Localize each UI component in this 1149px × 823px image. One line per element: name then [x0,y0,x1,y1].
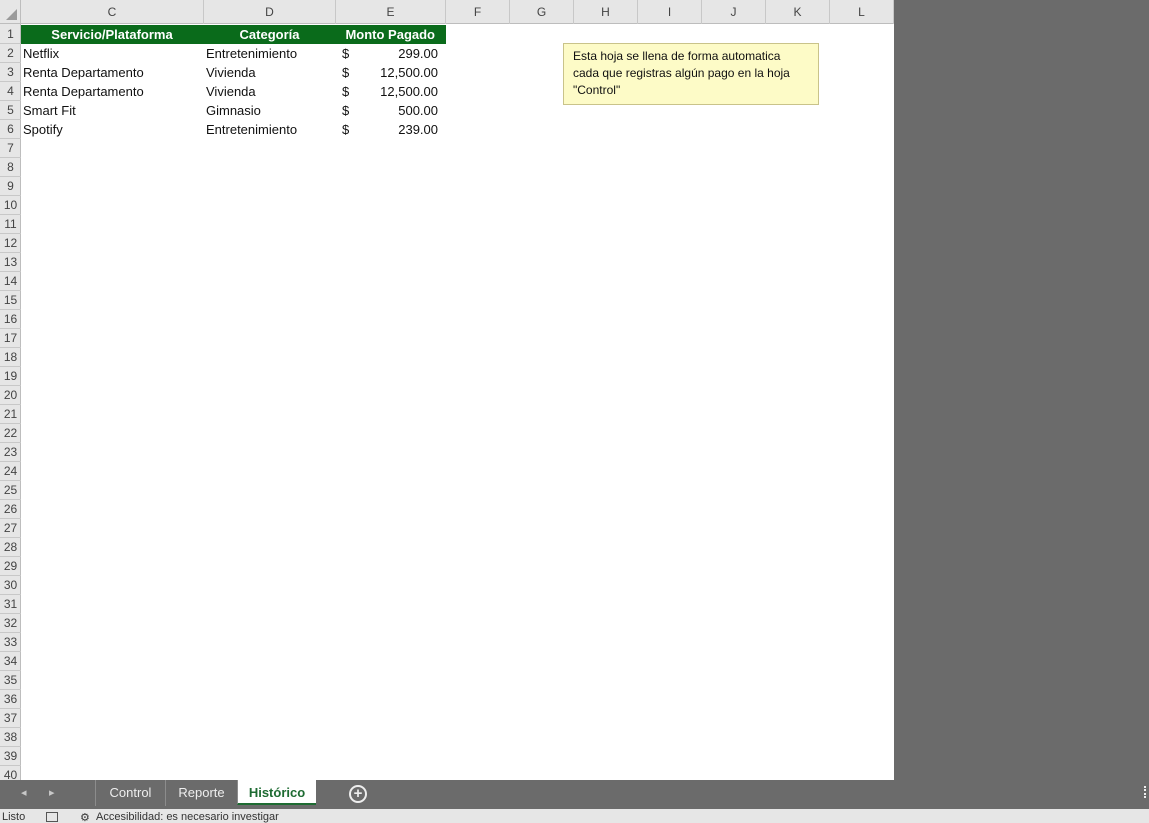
row-header[interactable]: 2 [0,44,21,63]
status-accessibility-icon[interactable]: ⚙ [80,811,90,823]
column-header[interactable]: H [574,0,638,24]
cell-category[interactable]: Entretenimiento [206,120,334,139]
row-header[interactable]: 32 [0,614,21,633]
column-header[interactable]: K [766,0,830,24]
tab-control[interactable]: Control [95,780,165,806]
row-headers: 1 2 3 4 5 6 7 8 9 10 11 12 13 14 15 16 17 18 19 20 21 22 23 24 2… [0,24,21,780]
status-ready: Listo [2,811,26,823]
row-header[interactable]: 15 [0,291,21,310]
cell-currency-symbol[interactable]: $ [342,82,362,101]
row-header[interactable]: 11 [0,215,21,234]
row-header[interactable]: 29 [0,557,21,576]
cell-category[interactable]: Vivienda [206,63,334,82]
row-header[interactable]: 13 [0,253,21,272]
cell-category[interactable]: Entretenimiento [206,44,334,63]
prev-sheet-icon[interactable]: ◂ [21,786,27,799]
row-header[interactable]: 4 [0,82,21,101]
next-sheet-icon[interactable]: ▸ [49,786,55,799]
row-header[interactable]: 12 [0,234,21,253]
row-header[interactable]: 35 [0,671,21,690]
column-header[interactable]: C [21,0,204,24]
row-header[interactable]: 16 [0,310,21,329]
cell-category[interactable]: Vivienda [206,82,334,101]
cell-category[interactable]: Gimnasio [206,101,334,120]
row-header[interactable]: 6 [0,120,21,139]
more-options-icon[interactable] [1144,786,1147,798]
row-header[interactable]: 14 [0,272,21,291]
cell-service[interactable]: Smart Fit [23,101,203,120]
row-header[interactable]: 20 [0,386,21,405]
row-header[interactable]: 1 [0,25,21,44]
header-cell-amount[interactable]: Monto Pagado [336,25,446,44]
row-header[interactable]: 38 [0,728,21,747]
tab-reporte[interactable]: Reporte [165,780,237,806]
row-header[interactable]: 37 [0,709,21,728]
row-header[interactable]: 26 [0,500,21,519]
worksheet-grid[interactable]: CDEFGHIJKL 1 2 3 4 5 6 7 8 9 10 11 12 13 14 15 16 17 18 19… [0,0,894,780]
select-all-triangle-icon [6,9,17,20]
column-header[interactable]: J [702,0,766,24]
row-header[interactable]: 5 [0,101,21,120]
column-headers: CDEFGHIJKL [21,0,894,24]
row-header[interactable]: 30 [0,576,21,595]
column-header[interactable]: I [638,0,702,24]
status-accessibility[interactable]: Accesibilidad: es necesario investigar [96,811,279,823]
cell-amount[interactable]: 239.00 [362,120,438,139]
cell-service[interactable]: Renta Departamento [23,82,203,101]
cell-service[interactable]: Spotify [23,120,203,139]
excel-window: CDEFGHIJKL 1 2 3 4 5 6 7 8 9 10 11 12 13 14 15 16 17 18 19… [0,0,1149,823]
cell-currency-symbol[interactable]: $ [342,120,362,139]
cell-currency-symbol[interactable]: $ [342,101,362,120]
cell-currency-symbol[interactable]: $ [342,44,362,63]
row-header[interactable]: 36 [0,690,21,709]
row-header[interactable]: 19 [0,367,21,386]
row-header[interactable]: 10 [0,196,21,215]
row-header[interactable]: 3 [0,63,21,82]
row-header[interactable]: 17 [0,329,21,348]
row-header[interactable]: 18 [0,348,21,367]
row-header[interactable]: 21 [0,405,21,424]
info-note[interactable]: Esta hoja se llena de forma automatica c… [563,43,819,105]
cell-amount[interactable]: 12,500.00 [362,82,438,101]
header-cell-service[interactable]: Servicio/Plataforma [21,25,204,44]
cell-amount[interactable]: 299.00 [362,44,438,63]
status-bar: Listo ⚙ Accesibilidad: es necesario inve… [0,809,1149,823]
row-header[interactable]: 34 [0,652,21,671]
cell-amount[interactable]: 12,500.00 [362,63,438,82]
column-header[interactable]: E [336,0,446,24]
column-header[interactable]: L [830,0,894,24]
macro-record-icon[interactable] [46,812,58,822]
note-text: Esta hoja se llena de forma automatica c… [573,49,790,97]
row-header[interactable]: 28 [0,538,21,557]
unused-area [894,0,1149,780]
cell-currency-symbol[interactable]: $ [342,63,362,82]
row-header[interactable]: 31 [0,595,21,614]
row-header[interactable]: 25 [0,481,21,500]
row-header[interactable]: 7 [0,139,21,158]
row-header[interactable]: 39 [0,747,21,766]
row-header[interactable]: 8 [0,158,21,177]
cell-amount[interactable]: 500.00 [362,101,438,120]
row-header[interactable]: 27 [0,519,21,538]
sheet-tabs-bar: ◂ ▸ Control Reporte Histórico + [0,780,1149,809]
column-header[interactable]: F [446,0,510,24]
add-sheet-icon[interactable]: + [349,785,367,803]
row-header[interactable]: 33 [0,633,21,652]
column-header[interactable]: D [204,0,336,24]
header-cell-category[interactable]: Categoría [204,25,336,44]
cell-service[interactable]: Renta Departamento [23,63,203,82]
row-header[interactable]: 22 [0,424,21,443]
row-header[interactable]: 24 [0,462,21,481]
column-header[interactable]: G [510,0,574,24]
tab-historico[interactable]: Histórico [237,780,316,805]
cell-service[interactable]: Netflix [23,44,203,63]
row-header[interactable]: 40 [0,766,21,780]
row-header[interactable]: 9 [0,177,21,196]
select-all-corner[interactable] [0,0,21,24]
row-header[interactable]: 23 [0,443,21,462]
